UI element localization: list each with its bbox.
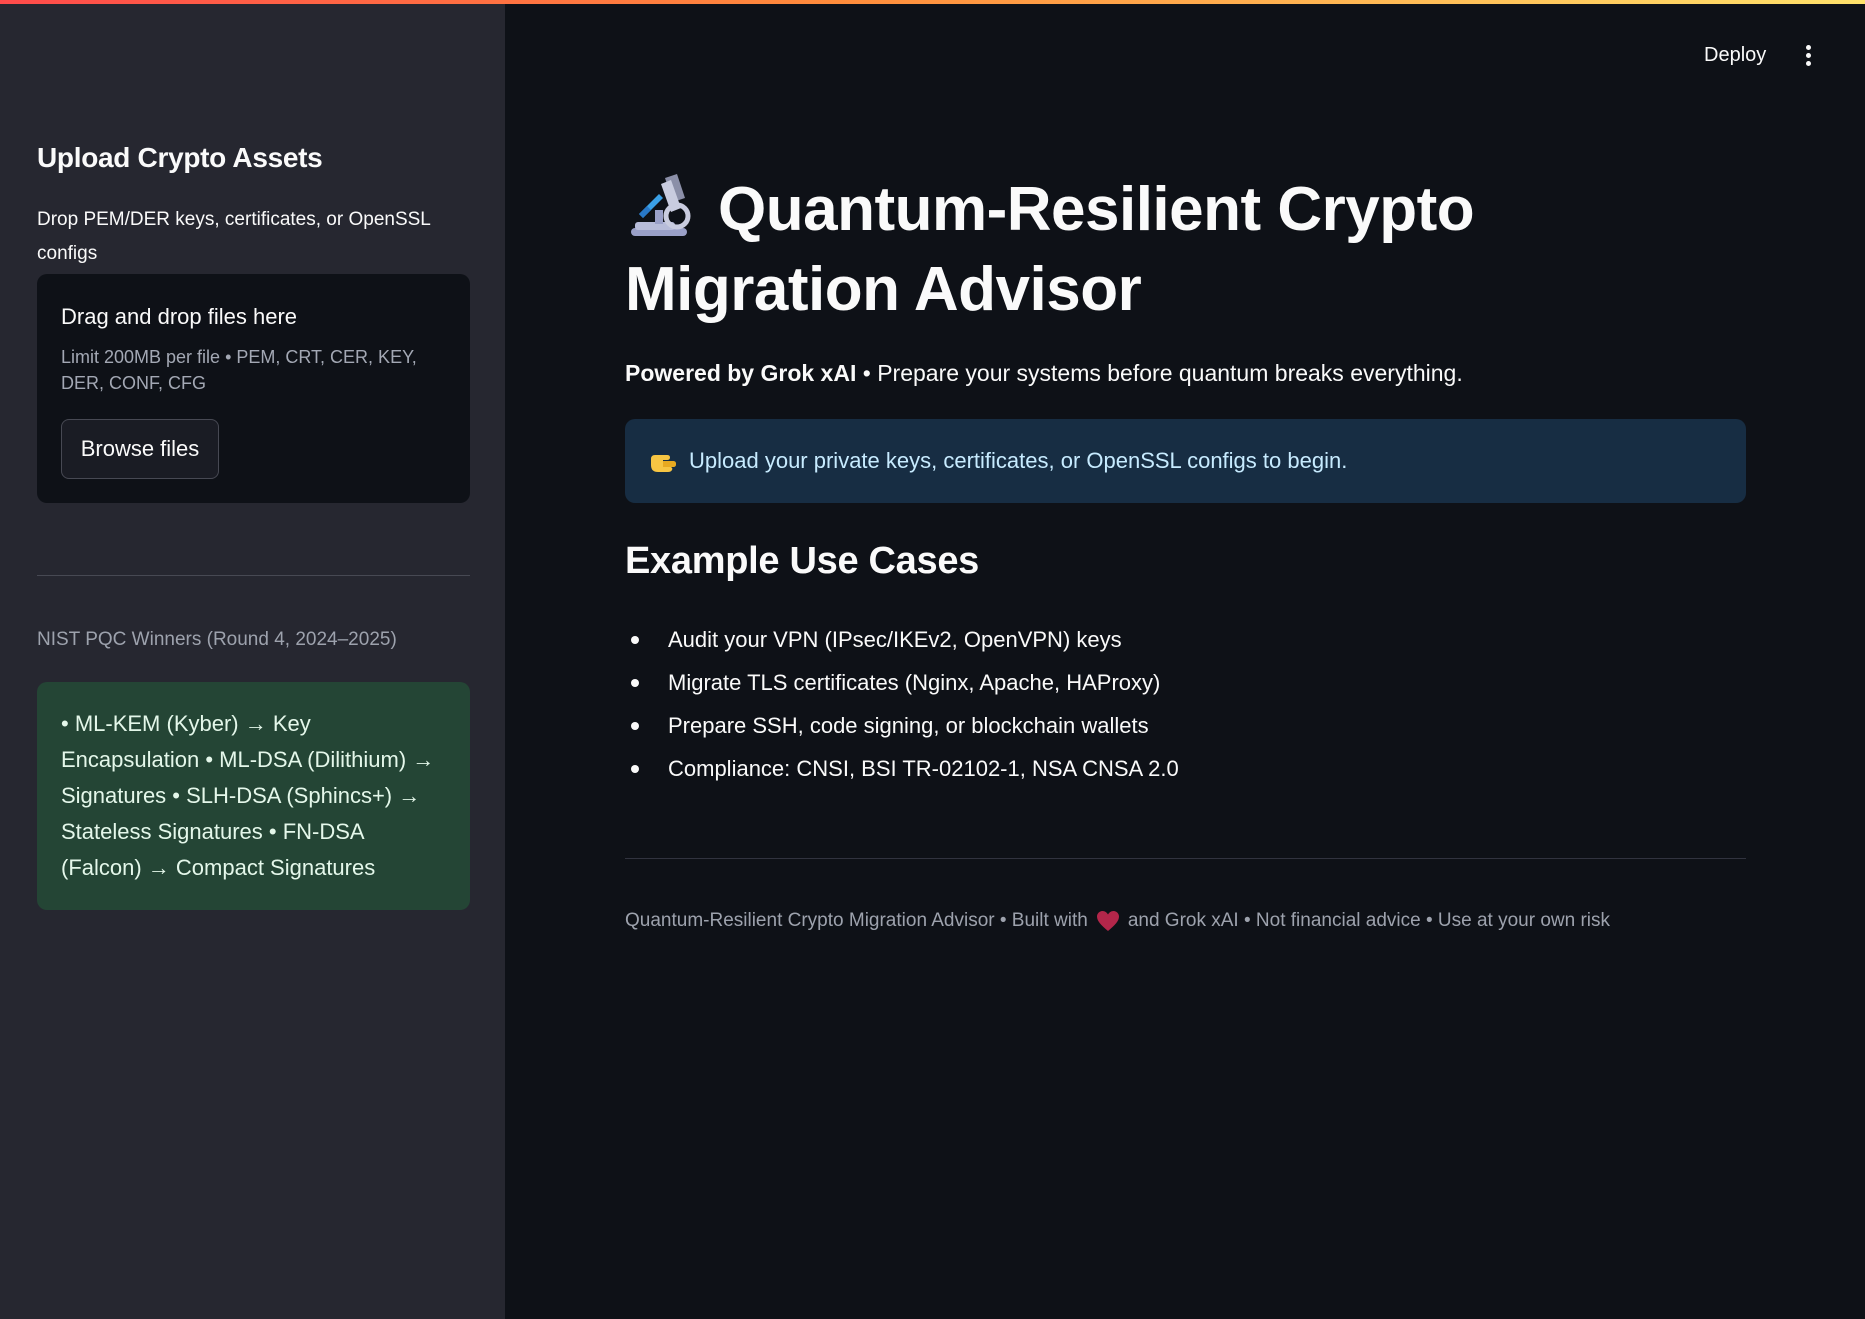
sidebar: Upload Crypto Assets Drop PEM/DER keys, … (0, 0, 505, 1319)
footer: Quantum-Resilient Crypto Migration Advis… (625, 910, 1610, 932)
page-title: Quantum-Resilient Crypto Migration Advis… (625, 170, 1555, 330)
list-item: Migrate TLS certificates (Nginx, Apache,… (625, 661, 1179, 704)
nist-winners-text: • ML-KEM (Kyber) → Key Encapsulation • M… (61, 711, 435, 880)
use-cases-heading: Example Use Cases (625, 540, 980, 582)
use-cases-list: Audit your VPN (IPsec/IKEv2, OpenVPN) ke… (625, 618, 1179, 790)
nist-caption: NIST PQC Winners (Round 4, 2024–2025) (37, 629, 397, 650)
sidebar-heading: Upload Crypto Assets (37, 142, 323, 173)
info-alert-text: Upload your private keys, certificates, … (689, 448, 1348, 473)
dropzone-limit: Limit 200MB per file • PEM, CRT, CER, KE… (61, 347, 417, 393)
powered-by-rest: • Prepare your systems before quantum br… (856, 360, 1463, 386)
page-title-text: Quantum-Resilient Crypto Migration Advis… (625, 175, 1475, 324)
footer-text-after: and Grok xAI • Not financial advice • Us… (1127, 910, 1610, 931)
heart-icon (1096, 910, 1120, 932)
pointing-hand-icon (649, 447, 679, 475)
powered-by-line: Powered by Grok xAI • Prepare your syste… (625, 360, 1463, 387)
app-window: Upload Crypto Assets Drop PEM/DER keys, … (0, 0, 1865, 1319)
powered-by-bold: Powered by Grok xAI (625, 360, 857, 386)
nist-winners-box: • ML-KEM (Kyber) → Key Encapsulation • M… (37, 682, 470, 910)
file-dropzone[interactable]: Drag and drop files here Limit 200MB per… (37, 274, 470, 503)
list-item: Audit your VPN (IPsec/IKEv2, OpenVPN) ke… (625, 618, 1179, 661)
info-alert: Upload your private keys, certificates, … (625, 419, 1746, 503)
main-divider (625, 858, 1746, 859)
list-item: Prepare SSH, code signing, or blockchain… (625, 704, 1179, 747)
dropzone-title: Drag and drop files here (61, 304, 298, 329)
sidebar-divider (37, 575, 470, 576)
deploy-button[interactable]: Deploy (1690, 38, 1780, 72)
vertical-ellipsis-icon[interactable] (1797, 38, 1821, 72)
sidebar-caption: Drop PEM/DER keys, certificates, or Open… (37, 209, 431, 264)
browse-files-button[interactable]: Browse files (61, 419, 219, 479)
list-item: Compliance: CNSI, BSI TR-02102-1, NSA CN… (625, 747, 1179, 790)
footer-text-before: Quantum-Resilient Crypto Migration Advis… (625, 910, 1088, 931)
microscope-icon (625, 170, 700, 240)
top-decoration-bar (0, 0, 1865, 4)
